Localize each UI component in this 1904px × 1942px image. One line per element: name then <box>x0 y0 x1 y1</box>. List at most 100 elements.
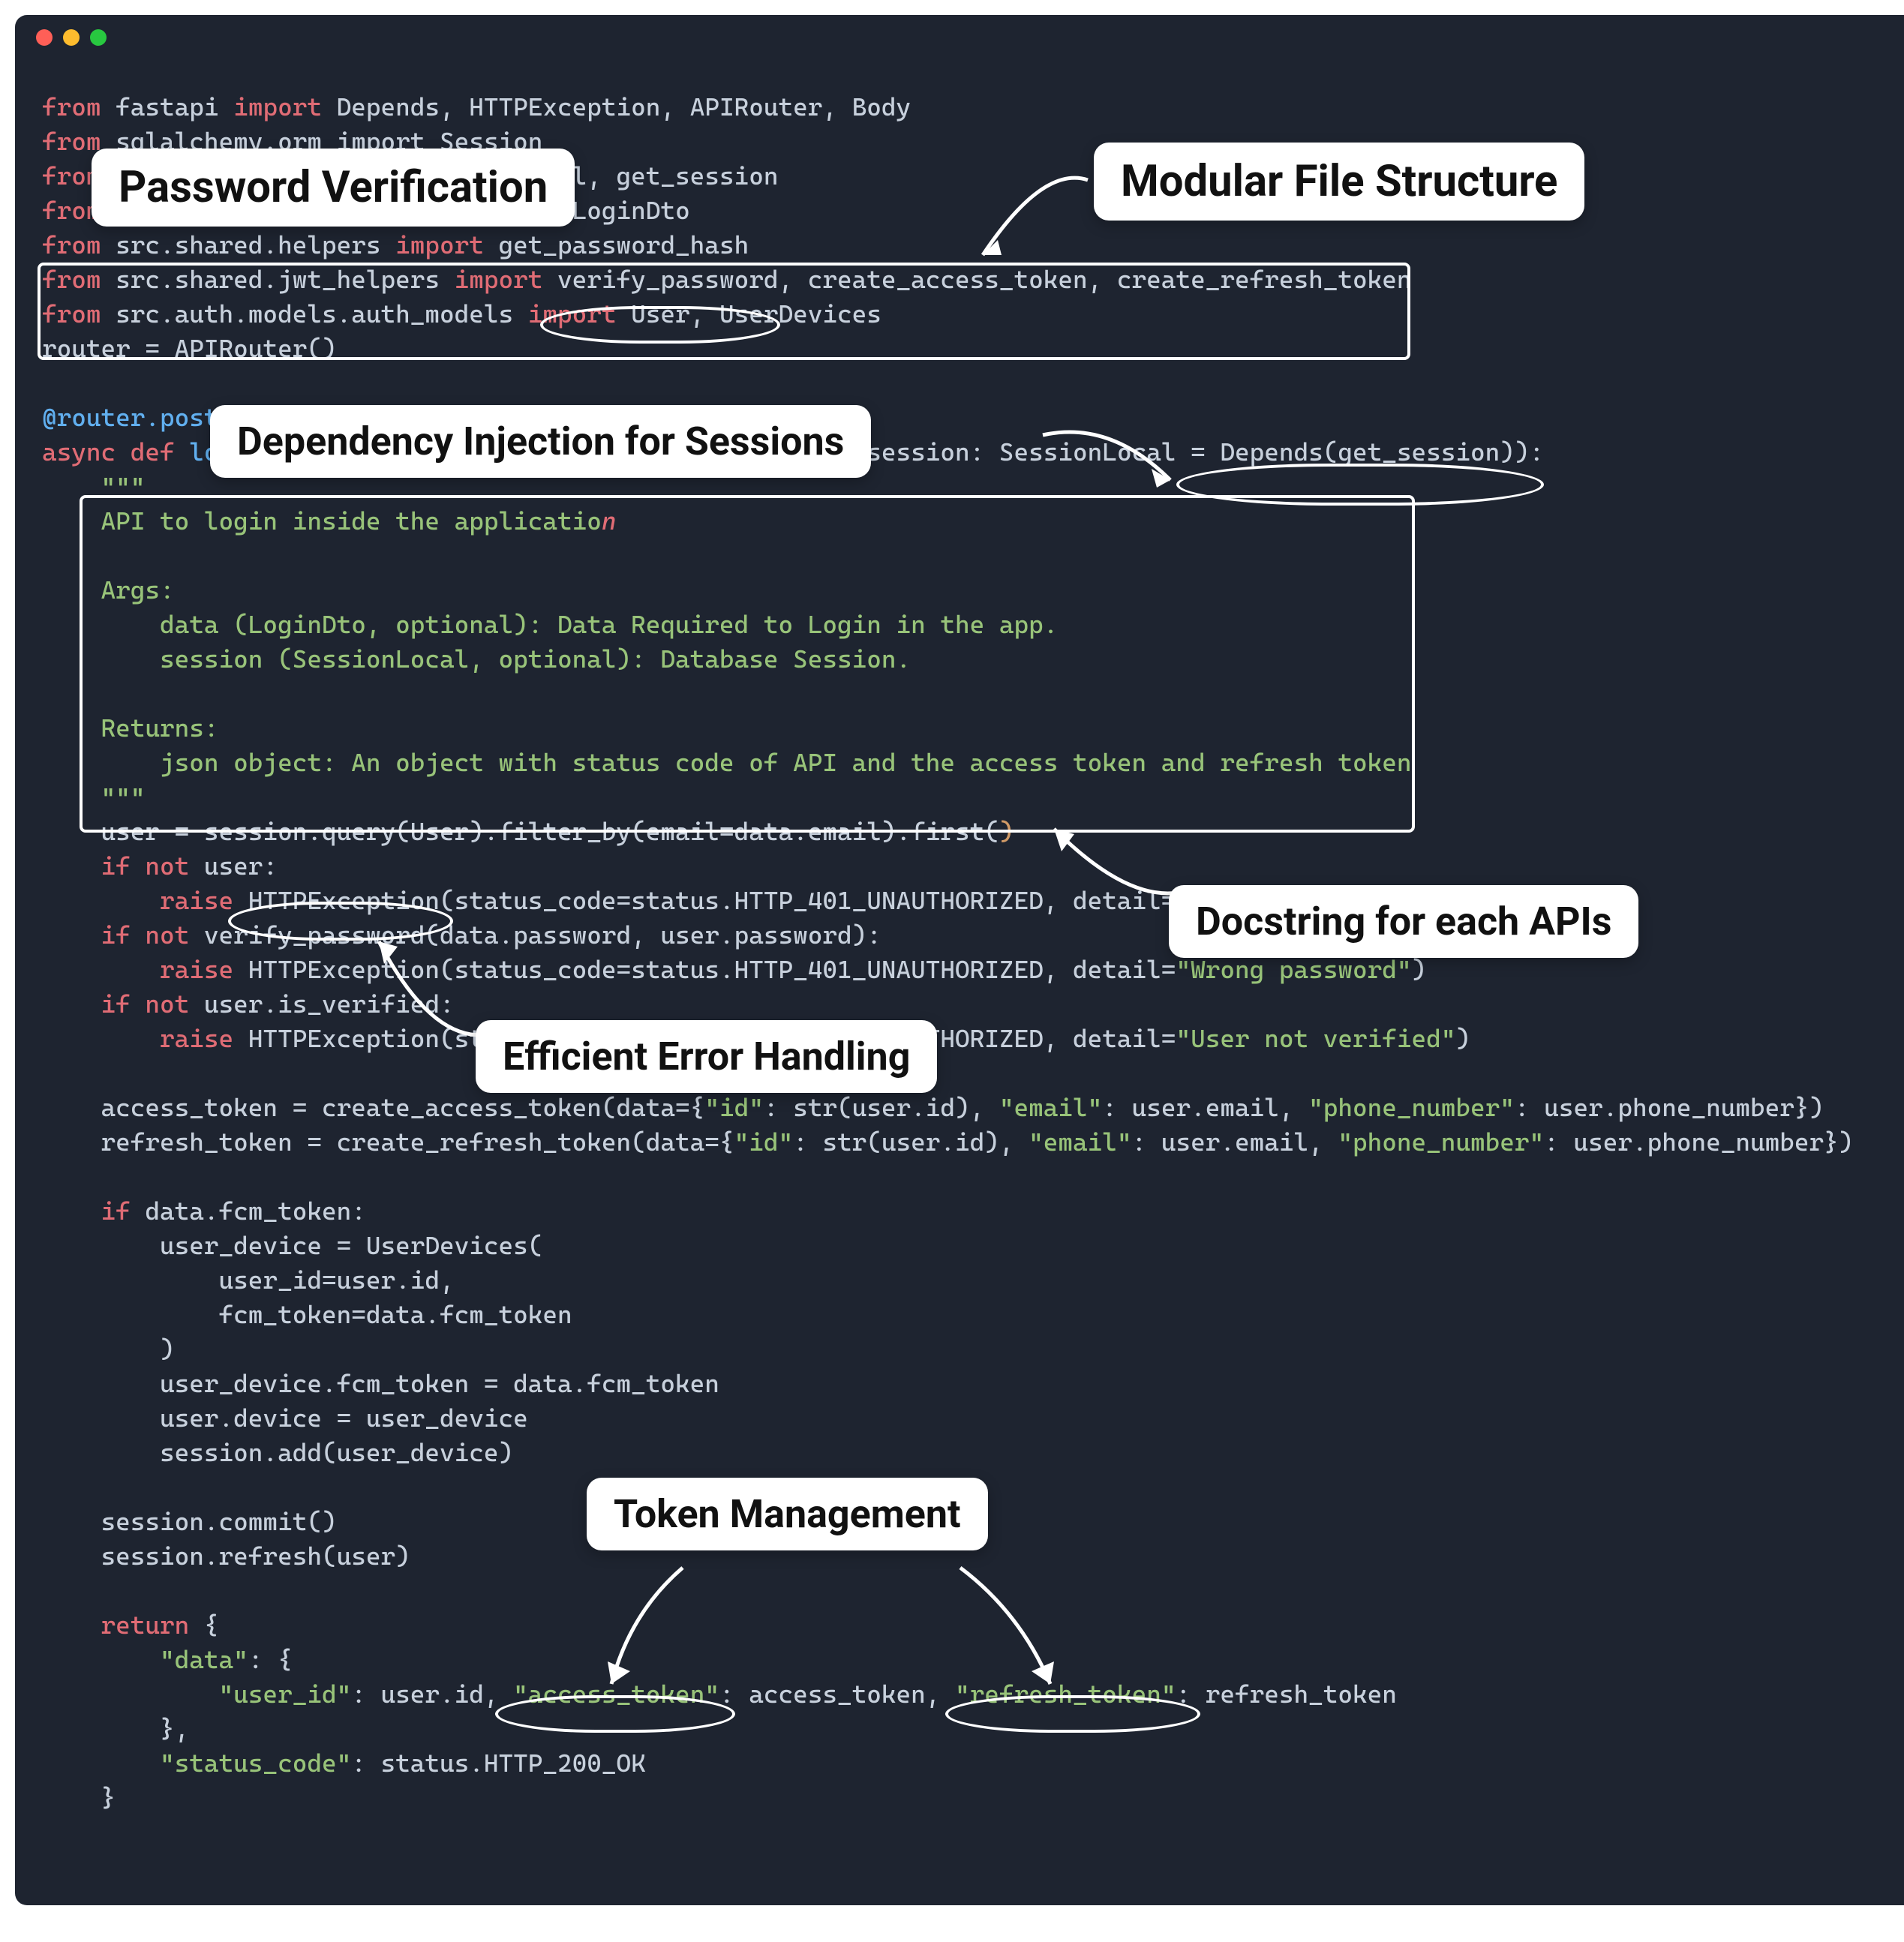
kw-import: import <box>233 92 322 122</box>
code-text: user.is_verified: <box>204 989 455 1019</box>
minimize-dot[interactable] <box>63 29 80 46</box>
docstring-quote: """ <box>101 782 146 812</box>
code-text: : str(user.id), <box>793 1127 1029 1157</box>
kw-import: import <box>528 299 617 329</box>
kw-import: import <box>395 230 484 260</box>
kw-from: from <box>42 127 101 156</box>
code-text: refresh_token = create_refresh_token(dat… <box>101 1127 734 1157</box>
code-text: HTTPException(status_code=status.HTTP_40… <box>248 955 1176 984</box>
kw-return: return <box>101 1610 204 1640</box>
kw-raise: raise <box>101 886 248 915</box>
code-text: : user.phone_number}) <box>1515 1093 1824 1122</box>
code-text: router = APIRouter() <box>42 334 337 363</box>
label-password-verification: Password Verification <box>92 149 575 227</box>
paren: ) <box>999 817 1014 846</box>
code-text: src.auth.models.auth_models <box>101 299 528 329</box>
maximize-dot[interactable] <box>90 29 107 46</box>
code-text: { <box>204 1610 219 1640</box>
code-text: user_device = UserDevices( <box>101 1231 543 1260</box>
code-text: user: <box>204 851 278 881</box>
docstring-italic: n <box>602 506 617 536</box>
code-text <box>101 1679 219 1709</box>
code-text: ) <box>101 1334 175 1364</box>
string: "email" <box>1029 1127 1131 1157</box>
string: "phone_number" <box>1308 1093 1515 1122</box>
code-text: src.shared.jwt_helpers <box>101 265 455 294</box>
code-text: LoginDto <box>557 196 690 225</box>
titlebar <box>15 15 1904 60</box>
code-text: session.add(user_device) <box>101 1438 514 1467</box>
code-text: ) <box>1455 1024 1470 1053</box>
code-text: fcm_token=data.fcm_token <box>101 1300 572 1329</box>
code-text: }, <box>101 1714 190 1743</box>
code-text: user_device.fcm_token = data.fcm_token <box>101 1369 719 1398</box>
string: "Wrong password" <box>1176 955 1411 984</box>
code-text: user = session.query(User).filter_by(ema… <box>101 817 999 846</box>
code-text: user_id=user.id, <box>101 1265 455 1295</box>
code-text: : user.id, <box>351 1679 513 1709</box>
code-text: } <box>101 1783 116 1812</box>
code-text <box>101 1748 161 1778</box>
label-efficient-error-handling: Efficient Error Handling <box>476 1020 937 1093</box>
code-text <box>101 1645 161 1674</box>
kw-raise: raise <box>101 955 248 984</box>
docstring-line: json object: An object with status code … <box>101 748 1412 777</box>
code-text: HTTPException(status_code=status.HTTP_40… <box>248 886 1176 915</box>
string: "phone_number" <box>1338 1127 1544 1157</box>
code-text: get_password_hash <box>484 230 749 260</box>
docstring-line: data (LoginDto, optional): Data Required… <box>101 610 1059 639</box>
kw-from: from <box>42 230 101 260</box>
kw-if: if <box>101 1196 146 1226</box>
docstring-line: API to login inside the applicatio <box>101 506 602 536</box>
code-text: verify_password, create_access_token, cr… <box>542 265 1411 294</box>
code-text: Depends, HTTPException, APIRouter, Body <box>322 92 911 122</box>
string: "id" <box>734 1127 794 1157</box>
kw-from: from <box>42 92 101 122</box>
code-text: ) <box>1412 955 1427 984</box>
code-text: fastapi <box>101 92 234 122</box>
string: "status_code" <box>160 1748 351 1778</box>
code-text: : user.email, <box>1102 1093 1308 1122</box>
code-text: session.commit() <box>101 1507 337 1536</box>
code-text: : access_token, <box>719 1679 955 1709</box>
docstring-quote: """ <box>101 472 146 501</box>
label-docstring-apis: Docstring for each APIs <box>1169 885 1638 958</box>
label-modular-file-structure: Modular File Structure <box>1094 143 1584 221</box>
code-text: : user.email, <box>1132 1127 1338 1157</box>
kw-import: import <box>455 265 543 294</box>
string: "email" <box>999 1093 1102 1122</box>
code-text: : refresh_token <box>1176 1679 1396 1709</box>
docstring-line: Args: <box>101 575 175 605</box>
kw-raise: raise <box>101 1024 248 1053</box>
string: "data" <box>160 1645 248 1674</box>
code-text: user.device = user_device <box>101 1403 528 1433</box>
string: "access_token" <box>513 1679 719 1709</box>
decorator: @router.post <box>42 403 219 432</box>
kw-from: from <box>42 265 101 294</box>
code-text: session.refresh(user) <box>101 1541 410 1571</box>
code-text: access_token = create_access_token(data=… <box>101 1093 705 1122</box>
code-text: src.shared.helpers <box>101 230 396 260</box>
docstring-line: Returns: <box>101 713 219 743</box>
code-text: User, UserDevices <box>617 299 881 329</box>
kw-if-not: if not <box>101 851 204 881</box>
docstring-line: session (SessionLocal, optional): Databa… <box>101 644 911 674</box>
string: "User not verified" <box>1176 1024 1455 1053</box>
label-token-management: Token Management <box>587 1478 988 1550</box>
close-dot[interactable] <box>36 29 53 46</box>
code-text: : { <box>248 1645 293 1674</box>
label-dependency-injection: Dependency Injection for Sessions <box>210 405 871 478</box>
string: "user_id" <box>219 1679 352 1709</box>
code-window: from fastapi import Depends, HTTPExcepti… <box>15 15 1904 1905</box>
code-text: data.fcm_token: <box>145 1196 365 1226</box>
kw-from: from <box>42 299 101 329</box>
string: "refresh_token" <box>955 1679 1176 1709</box>
code-text: : user.phone_number}) <box>1544 1127 1853 1157</box>
code-text: : status.HTTP_200_OK <box>351 1748 646 1778</box>
kw-async-def: async def <box>42 437 189 467</box>
kw-if-not: if not <box>101 989 204 1019</box>
code-text: verify_password(data.password, user.pass… <box>204 920 881 950</box>
kw-if-not: if not <box>101 920 204 950</box>
code-text: : str(user.id), <box>764 1093 999 1122</box>
code-text: ), session: SessionLocal = Depends(get_s… <box>822 437 1544 467</box>
